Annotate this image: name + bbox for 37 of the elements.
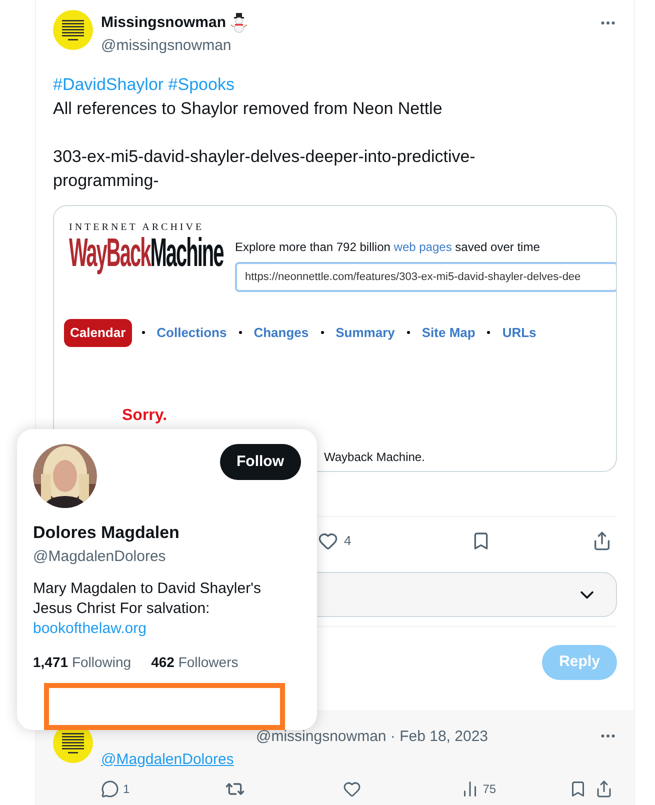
like-icon[interactable] bbox=[318, 530, 338, 550]
followers-stat[interactable]: 462 Followers bbox=[151, 652, 238, 673]
following-stat[interactable]: 1,471 Following bbox=[33, 652, 132, 673]
hashtags[interactable]: #DavidShaylor #Spooks bbox=[53, 73, 617, 97]
snowman-icon bbox=[230, 13, 248, 34]
share-icon[interactable] bbox=[595, 780, 613, 798]
share-icon[interactable] bbox=[592, 530, 612, 550]
profile-bio: Mary Magdalen to David Shayler's Jesus Christ For salvation: bbox=[33, 579, 262, 619]
url-field[interactable]: https://neonnettle.com/features/303-ex-mi5-david-shayler-delves-dee bbox=[235, 262, 616, 292]
bio-link[interactable]: bookofthelaw.org bbox=[33, 619, 146, 639]
web-pages-link[interactable]: web pages bbox=[394, 240, 452, 254]
nav-link[interactable]: Site Map bbox=[420, 323, 478, 342]
reply-meta: @missingsnowman · Feb 18, 2023 bbox=[256, 727, 488, 747]
author-name[interactable]: Missingsnowman bbox=[101, 12, 226, 34]
avatar-icon[interactable] bbox=[53, 10, 93, 50]
explore-text: Explore more than 792 billion web pages saved over time bbox=[235, 239, 541, 256]
bookmark-icon[interactable] bbox=[569, 780, 587, 798]
reply-tweet-background[interactable]: @missingsnowman · Feb 18, 2023 @MagdalenDolores 1 75 bbox=[36, 710, 634, 805]
views-count: 75 bbox=[482, 781, 496, 798]
tweet-text: All references to Shaylor removed from Neon Nettle bbox=[53, 98, 444, 120]
like-icon[interactable] bbox=[342, 780, 361, 798]
tweet-text: 303-ex-mi5-david-shayler-delves-deeper-into-predictive-programming- bbox=[53, 146, 476, 192]
nav-link[interactable]: Collections bbox=[154, 323, 229, 342]
message-text: Wayback Machine. bbox=[324, 448, 425, 466]
reply-count: 1 bbox=[123, 781, 130, 798]
follow-button[interactable]: Follow bbox=[220, 444, 301, 480]
reply-icon[interactable] bbox=[101, 780, 119, 798]
profile-handle[interactable]: @MagdalenDolores bbox=[33, 546, 166, 568]
nav-link[interactable]: Summary bbox=[334, 323, 397, 342]
logo-caption: INTERNET ARCHIVE bbox=[69, 221, 206, 235]
nav-link[interactable]: URLs bbox=[500, 323, 538, 342]
like-count: 4 bbox=[344, 532, 352, 550]
sorry-heading: Sorry. bbox=[122, 406, 168, 426]
author-handle[interactable]: @missingsnowman bbox=[101, 34, 591, 57]
profile-name[interactable]: Dolores Magdalen bbox=[33, 520, 180, 546]
nav-link[interactable]: Calendar bbox=[64, 319, 132, 346]
nav-link[interactable]: Changes bbox=[252, 323, 311, 342]
